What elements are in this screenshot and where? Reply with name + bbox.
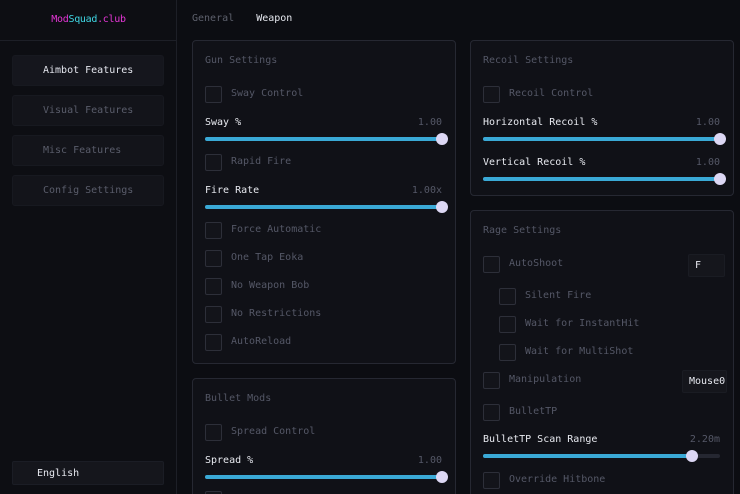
checkbox-label: AutoReload: [231, 336, 292, 347]
checkbox-label: No Restrictions: [231, 308, 322, 319]
panel-title: Recoil Settings: [483, 55, 574, 66]
checkbox-box[interactable]: [499, 344, 516, 361]
sidebar-item-visual[interactable]: Visual Features: [12, 95, 164, 126]
slider-track[interactable]: [483, 133, 726, 145]
slider-thumb[interactable]: [436, 201, 448, 213]
slider-value: 1.00: [417, 117, 442, 128]
slider-fill: [205, 137, 442, 141]
checkbox-label: No Weapon Bob: [231, 280, 310, 291]
slider-label: Fire Rate: [205, 185, 260, 196]
checkbox-box[interactable]: [205, 154, 222, 171]
slider-label: Vertical Recoil %: [483, 157, 586, 168]
slider-label: Sway %: [205, 117, 242, 128]
tab-weapon[interactable]: Weapon: [256, 13, 292, 24]
checkbox-box[interactable]: [483, 86, 500, 103]
gun-settings-panel: Gun Settings Sway Control Sway % 1.00 Ra…: [192, 40, 456, 364]
manipulation-keybind[interactable]: Mouse0: [682, 370, 727, 393]
slider-label: Spread %: [205, 455, 254, 466]
slider-value: 1.00: [695, 157, 720, 168]
checkbox-box[interactable]: [499, 316, 516, 333]
checkbox-label: Silent Fire: [525, 290, 592, 301]
recoil-settings-panel: Recoil Settings Recoil Control Horizonta…: [470, 40, 734, 196]
checkbox-label: Wait for MultiShot: [525, 346, 634, 357]
tab-bar: General Weapon: [192, 13, 308, 24]
panel-title: Bullet Mods: [205, 393, 272, 404]
slider-track[interactable]: [205, 133, 448, 145]
checkbox-label: Manipulation: [509, 374, 582, 385]
panel-title: Gun Settings: [205, 55, 278, 66]
checkbox-box[interactable]: [205, 424, 222, 441]
checkbox-box[interactable]: [205, 222, 222, 239]
sidebar-item-aimbot[interactable]: Aimbot Features: [12, 55, 164, 86]
rage-settings-panel: Rage Settings AutoShoot F Silent Fire Wa…: [470, 210, 734, 494]
logo: ModSquad.club: [0, 0, 177, 41]
checkbox-box[interactable]: [483, 256, 500, 273]
slider-value: 2.20m: [689, 434, 720, 445]
logo-part-squad: Squad: [68, 14, 98, 25]
slider-value: 1.00: [417, 455, 442, 466]
checkbox-label: One Tap Eoka: [231, 252, 304, 263]
logo-part-mod: Mod: [51, 14, 69, 25]
slider-value: 1.00: [695, 117, 720, 128]
checkbox-box[interactable]: [483, 472, 500, 489]
checkbox-label: Override Hitbone: [509, 474, 606, 485]
checkbox-box[interactable]: [483, 404, 500, 421]
slider-label: Horizontal Recoil %: [483, 117, 598, 128]
logo-part-club: .club: [97, 14, 126, 25]
checkbox-box[interactable]: [205, 306, 222, 323]
sidebar-item-config[interactable]: Config Settings: [12, 175, 164, 206]
bullet-mods-panel: Bullet Mods Spread Control Spread % 1.00: [192, 378, 456, 494]
checkbox-box[interactable]: [205, 86, 222, 103]
slider-thumb[interactable]: [685, 450, 698, 462]
sidebar: ModSquad.club Aimbot Features Visual Fea…: [0, 0, 177, 494]
checkbox-box[interactable]: [205, 334, 222, 351]
slider-fill: [483, 454, 692, 458]
slider-thumb[interactable]: [436, 471, 448, 483]
slider-track[interactable]: [205, 471, 448, 483]
autoshoot-keybind[interactable]: F: [688, 254, 725, 277]
checkbox-label: Recoil Control: [509, 88, 594, 99]
slider-track[interactable]: [483, 450, 720, 462]
checkbox-label: Wait for InstantHit: [525, 318, 640, 329]
slider-thumb[interactable]: [714, 133, 726, 145]
slider-fill: [205, 205, 442, 209]
slider-track[interactable]: [483, 173, 726, 185]
checkbox-label: AutoShoot: [509, 258, 564, 269]
slider-fill: [483, 137, 720, 141]
sidebar-item-misc[interactable]: Misc Features: [12, 135, 164, 166]
slider-value: 1.00x: [411, 185, 442, 196]
checkbox-label: Rapid Fire: [231, 156, 292, 167]
checkbox-label: Spread Control: [231, 426, 316, 437]
checkbox-box[interactable]: [483, 372, 500, 389]
checkbox-box[interactable]: [205, 278, 222, 295]
panel-title: Rage Settings: [483, 225, 562, 236]
slider-thumb[interactable]: [714, 173, 726, 185]
checkbox-label: BulletTP: [509, 406, 558, 417]
slider-fill: [483, 177, 720, 181]
checkbox-box[interactable]: [499, 288, 516, 305]
slider-track[interactable]: [205, 201, 448, 213]
checkbox-box[interactable]: [205, 250, 222, 267]
checkbox-label: Sway Control: [231, 88, 304, 99]
slider-thumb[interactable]: [436, 133, 448, 145]
tab-general[interactable]: General: [192, 13, 234, 24]
slider-label: BulletTP Scan Range: [483, 434, 598, 445]
slider-fill: [205, 475, 442, 479]
language-select[interactable]: English: [12, 461, 164, 485]
checkbox-label: Force Automatic: [231, 224, 322, 235]
